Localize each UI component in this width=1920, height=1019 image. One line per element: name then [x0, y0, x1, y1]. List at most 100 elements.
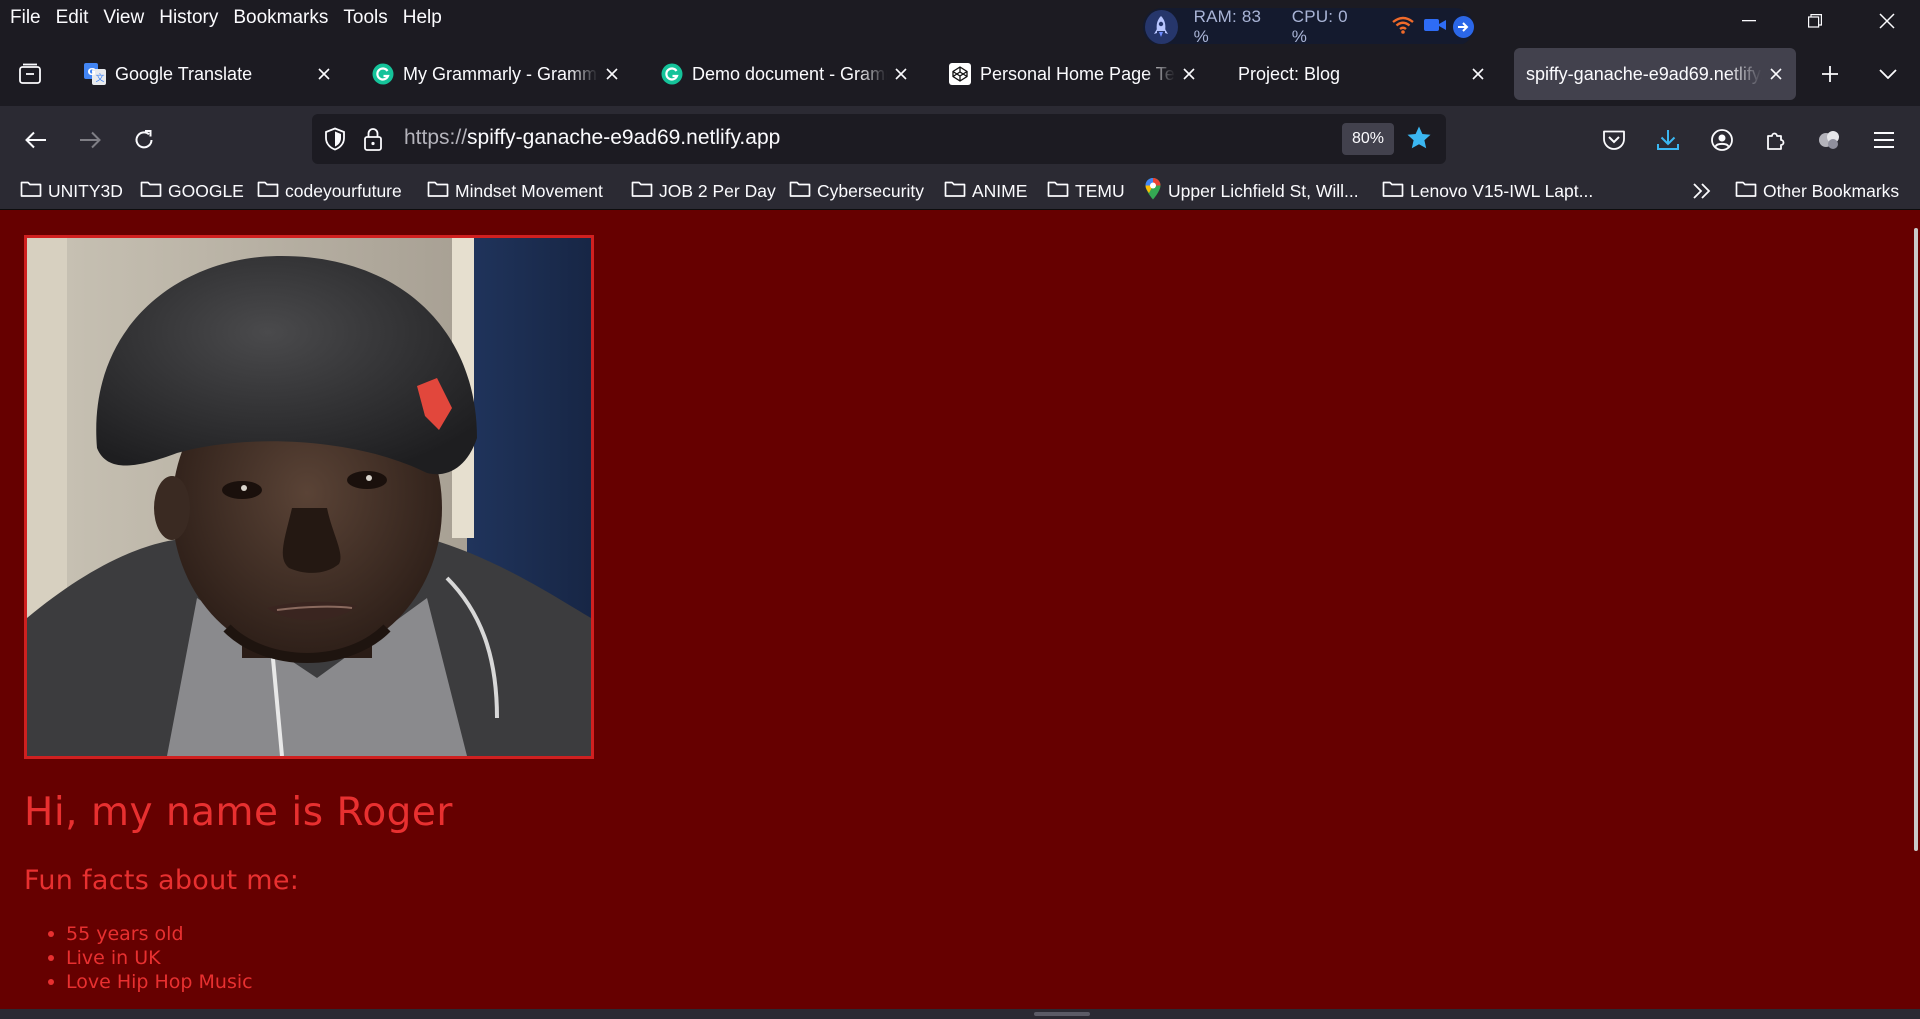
tab-strip: G文 Google Translate My Grammarly - Gramm…: [0, 44, 1920, 106]
bookmark-anime[interactable]: ANIME: [944, 178, 1027, 204]
bookmark-label: ANIME: [972, 180, 1028, 201]
minimize-button[interactable]: [1716, 0, 1782, 42]
cpu-usage: CPU: 0 %: [1291, 7, 1348, 46]
list-item: 55 years old: [48, 922, 253, 946]
menu-edit[interactable]: Edit: [55, 7, 90, 29]
maps-pin-icon: [1144, 177, 1162, 206]
ram-usage: RAM: 83 %: [1193, 7, 1262, 46]
new-tab-button[interactable]: [1810, 54, 1850, 94]
resize-handle[interactable]: [1034, 1012, 1090, 1016]
tab-title: My Grammarly - Grammarly: [403, 63, 598, 84]
forward-button[interactable]: [70, 120, 110, 160]
list-item: Love Hip Hop Music: [48, 970, 253, 994]
profile-photo: [24, 235, 594, 759]
bookmark-label: Mindset Movement: [455, 180, 603, 201]
menu-view[interactable]: View: [102, 7, 145, 29]
vertical-scrollbar[interactable]: [1914, 228, 1918, 851]
folder-icon: [944, 180, 966, 203]
tab-google-translate[interactable]: G文 Google Translate: [72, 48, 344, 100]
bookmark-google[interactable]: GOOGLE: [140, 178, 244, 204]
close-tab-icon[interactable]: [887, 60, 915, 88]
tab-title: spiffy-ganache-e9ad69.netlify.app: [1526, 63, 1762, 84]
menu-history[interactable]: History: [158, 7, 219, 29]
extension-puzzle-badge-icon[interactable]: [1810, 120, 1850, 160]
folder-icon: [789, 180, 811, 203]
menu-file[interactable]: File: [9, 7, 42, 29]
bullet-icon: [48, 979, 54, 985]
account-icon[interactable]: [1702, 120, 1742, 160]
menu-bar: File Edit View History Bookmarks Tools H…: [0, 0, 1920, 36]
bookmark-label: Cybersecurity: [817, 180, 924, 201]
menu-help[interactable]: Help: [402, 7, 443, 29]
bookmark-codeyourfuture[interactable]: codeyourfuture: [257, 178, 402, 204]
menu-bookmarks[interactable]: Bookmarks: [232, 7, 329, 29]
bookmark-unity3d[interactable]: UNITY3D: [20, 178, 123, 204]
tab-spiffy-ganache[interactable]: spiffy-ganache-e9ad69.netlify.app: [1514, 48, 1796, 100]
tab-title: Project: Blog: [1238, 63, 1341, 84]
bookmark-star-icon[interactable]: [1406, 125, 1432, 156]
pocket-icon[interactable]: [1594, 120, 1634, 160]
bullet-icon: [48, 955, 54, 961]
downloads-icon[interactable]: [1648, 120, 1688, 160]
svg-text:文: 文: [96, 72, 105, 84]
url-text[interactable]: https://spiffy-ganache-e9ad69.netlify.ap…: [404, 126, 780, 150]
folder-icon: [1047, 180, 1069, 203]
url-host: spiffy-ganache-e9ad69.netlify.app: [467, 126, 781, 149]
bookmark-label: TEMU: [1075, 180, 1125, 201]
bookmark-upper-lichfield-st[interactable]: Upper Lichfield St, Will...: [1144, 177, 1359, 206]
greeting-heading: Hi, my name is Roger: [24, 790, 453, 835]
bullet-icon: [48, 931, 54, 937]
bookmark-label: GOOGLE: [168, 180, 244, 201]
close-tab-icon[interactable]: [1464, 60, 1492, 88]
rocket-icon: [1145, 10, 1178, 44]
folder-icon: [1735, 180, 1757, 203]
tab-personal-home-page[interactable]: Personal Home Page Template: [937, 48, 1209, 100]
bookmark-cybersecurity[interactable]: Cybersecurity: [789, 178, 924, 204]
bookmark-mindset-movement[interactable]: Mindset Movement: [427, 178, 603, 204]
list-all-tabs-button[interactable]: [1868, 54, 1908, 94]
zoom-level-button[interactable]: 80%: [1342, 123, 1394, 155]
tab-demo-document[interactable]: Demo document - Grammarly: [649, 48, 921, 100]
bookmark-label: Lenovo V15-IWL Lapt...: [1410, 180, 1594, 201]
close-tab-icon[interactable]: [1175, 60, 1203, 88]
close-tab-icon[interactable]: [1762, 60, 1790, 88]
arrow-right-icon: [1452, 16, 1474, 38]
folder-icon: [257, 180, 279, 203]
svg-text:G: G: [88, 67, 96, 78]
system-monitor-widget[interactable]: RAM: 83 % CPU: 0 %: [1143, 7, 1474, 46]
web-page-content: Hi, my name is Roger Fun facts about me:…: [0, 210, 1920, 1009]
bookmark-label: Upper Lichfield St, Will...: [1168, 180, 1359, 201]
tab-project-blog[interactable]: Project: Blog: [1226, 48, 1498, 100]
extensions-icon[interactable]: [1756, 120, 1796, 160]
fact-text: Live in UK: [66, 947, 161, 969]
restore-button[interactable]: [1782, 0, 1848, 42]
close-tab-icon[interactable]: [598, 60, 626, 88]
more-bookmarks-chevron-icon[interactable]: [1692, 178, 1712, 204]
fun-facts-list: 55 years old Live in UK Love Hip Hop Mus…: [48, 922, 253, 994]
bookmarks-toolbar: UNITY3D GOOGLE codeyourfuture Mindset Mo…: [0, 172, 1920, 210]
close-window-button[interactable]: [1854, 0, 1920, 42]
url-scheme: https://: [404, 126, 468, 149]
bookmark-label: codeyourfuture: [285, 180, 402, 201]
back-button[interactable]: [16, 120, 56, 160]
folder-icon: [140, 180, 162, 203]
address-bar[interactable]: https://spiffy-ganache-e9ad69.netlify.ap…: [312, 114, 1446, 164]
bookmark-lenovo-v15[interactable]: Lenovo V15-IWL Lapt...: [1382, 178, 1593, 204]
tracking-protection-shield-icon[interactable]: [324, 127, 346, 156]
menu-tools[interactable]: Tools: [342, 7, 388, 29]
fun-facts-heading: Fun facts about me:: [24, 865, 300, 896]
other-bookmarks[interactable]: Other Bookmarks: [1735, 178, 1899, 204]
list-item: Live in UK: [48, 946, 253, 970]
tab-my-grammarly[interactable]: My Grammarly - Grammarly: [360, 48, 632, 100]
folder-icon: [1382, 180, 1404, 203]
bookmark-job-2-per-day[interactable]: JOB 2 Per Day: [631, 178, 776, 204]
tab-title: Google Translate: [115, 63, 253, 84]
hamburger-menu-icon[interactable]: [1864, 120, 1904, 160]
firefox-view-button[interactable]: [10, 54, 50, 94]
folder-icon: [20, 180, 42, 203]
close-tab-icon[interactable]: [310, 60, 338, 88]
lock-icon[interactable]: [363, 126, 383, 157]
codepen-icon: [949, 63, 971, 85]
reload-button[interactable]: [124, 120, 164, 160]
bookmark-temu[interactable]: TEMU: [1047, 178, 1125, 204]
